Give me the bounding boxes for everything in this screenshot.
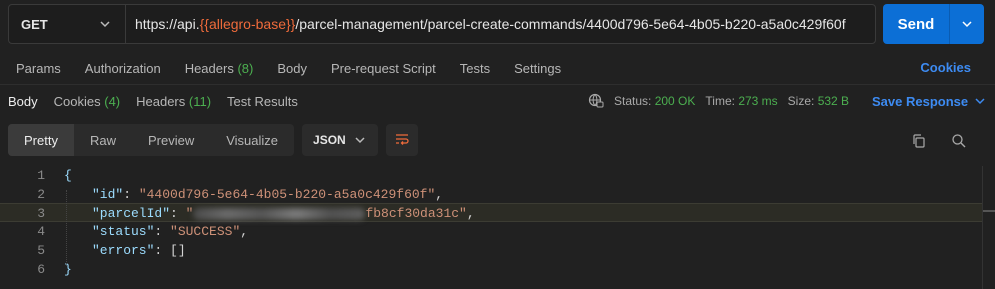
line-number: 6 (37, 262, 45, 277)
tab-body[interactable]: Body (277, 61, 307, 76)
size-label: Size: (787, 94, 815, 108)
scroll-marker (983, 210, 995, 212)
response-headers-count: (11) (188, 93, 212, 109)
wrap-lines-button[interactable] (386, 124, 419, 156)
code-line: 6 } (0, 260, 995, 279)
search-icon (952, 134, 966, 148)
code-line: 1 { (0, 166, 995, 185)
send-button[interactable]: Send (883, 4, 949, 44)
chevron-down-icon (100, 21, 110, 28)
line-number: 5 (37, 243, 45, 258)
editor-scrollbar[interactable] (982, 166, 995, 289)
url-variable: {{allegro-base}} (199, 16, 296, 32)
globe-icon[interactable] (588, 93, 604, 109)
url-suffix: /parcel-management/parcel-create-command… (295, 16, 846, 32)
copy-icon (913, 134, 925, 148)
chevron-down-icon (962, 21, 972, 28)
tab-params[interactable]: Params (16, 61, 61, 76)
tab-response-headers[interactable]: Headers (11) (136, 94, 211, 109)
line-number: 3 (37, 206, 45, 221)
line-content: "parcelId": " fb8cf30da31c", (92, 206, 475, 221)
view-preview[interactable]: Preview (132, 124, 210, 156)
tab-pre-request-script[interactable]: Pre-request Script (331, 61, 436, 76)
tab-response-cookies[interactable]: Cookies (4) (54, 94, 120, 109)
line-content: "status": "SUCCESS", (92, 224, 249, 239)
search-button[interactable] (945, 128, 973, 154)
view-toolbar: Pretty Raw Preview Visualize JSON (8, 124, 419, 156)
line-content: "id": "4400d796-5e64-4b05-b220-a5a0c429f… (92, 187, 444, 202)
url-input[interactable]: https://api. {{allegro-base}}/parcel-mana… (126, 5, 875, 43)
method-label: GET (21, 16, 48, 32)
headers-count: (8) (237, 60, 254, 76)
wrap-lines-icon (396, 134, 409, 145)
view-mode-selector: Pretty Raw Preview Visualize (8, 124, 295, 156)
chevron-down-icon (975, 98, 985, 105)
line-number: 2 (37, 187, 45, 202)
cookies-count: (4) (104, 93, 121, 109)
status-value: 200 OK (654, 94, 696, 108)
save-response-button[interactable]: Save Response (872, 88, 986, 114)
time-label: Time: (705, 94, 735, 108)
tab-headers[interactable]: Headers (8) (185, 61, 254, 76)
method-select[interactable]: GET (9, 5, 126, 43)
format-select[interactable]: JSON (302, 124, 379, 156)
code-line: 4 "status": "SUCCESS", (0, 222, 995, 241)
format-label: JSON (313, 133, 346, 147)
size-value: 532 B (817, 94, 850, 108)
tab-test-results[interactable]: Test Results (227, 94, 298, 109)
view-pretty[interactable]: Pretty (8, 124, 74, 156)
request-bar: GET https://api. {{allegro-base}}/parcel-… (8, 4, 876, 44)
section-divider (0, 84, 995, 85)
tab-tests[interactable]: Tests (460, 61, 490, 76)
line-content: "errors": [] (92, 243, 186, 258)
line-number: 1 (37, 168, 45, 183)
indent-guide (66, 190, 67, 266)
code-line-active: 3 "parcelId": " fb8cf30da31c", (0, 203, 982, 222)
tab-authorization[interactable]: Authorization (85, 61, 161, 76)
url-prefix: https://api. (135, 16, 200, 32)
chevron-down-icon (355, 137, 365, 144)
code-line: 2 "id": "4400d796-5e64-4b05-b220-a5a0c42… (0, 185, 995, 204)
status-label: Status: (614, 94, 652, 108)
copy-button[interactable] (905, 128, 933, 154)
response-tabs: Body Cookies (4) Headers (11) Test Resul… (0, 88, 314, 114)
send-button-group: Send (883, 4, 984, 44)
view-raw[interactable]: Raw (74, 124, 132, 156)
code-line: 5 "errors": [] (0, 241, 995, 260)
line-number: 4 (37, 224, 45, 239)
redacted-value (193, 207, 366, 220)
tab-settings[interactable]: Settings (514, 61, 561, 76)
response-stats: Status: 200 OK Time: 273 ms Size: 532 B (588, 88, 849, 114)
send-options-button[interactable] (949, 4, 984, 44)
request-tabs: Params Authorization Headers (8) Body Pr… (0, 52, 995, 84)
line-content: { (64, 168, 72, 183)
view-visualize[interactable]: Visualize (210, 124, 294, 156)
time-value: 273 ms (738, 94, 778, 108)
tab-response-body[interactable]: Body (8, 94, 38, 109)
response-body-editor[interactable]: 1 { 2 "id": "4400d796-5e64-4b05-b220-a5a… (0, 166, 995, 289)
cookies-link[interactable]: Cookies (920, 60, 971, 75)
